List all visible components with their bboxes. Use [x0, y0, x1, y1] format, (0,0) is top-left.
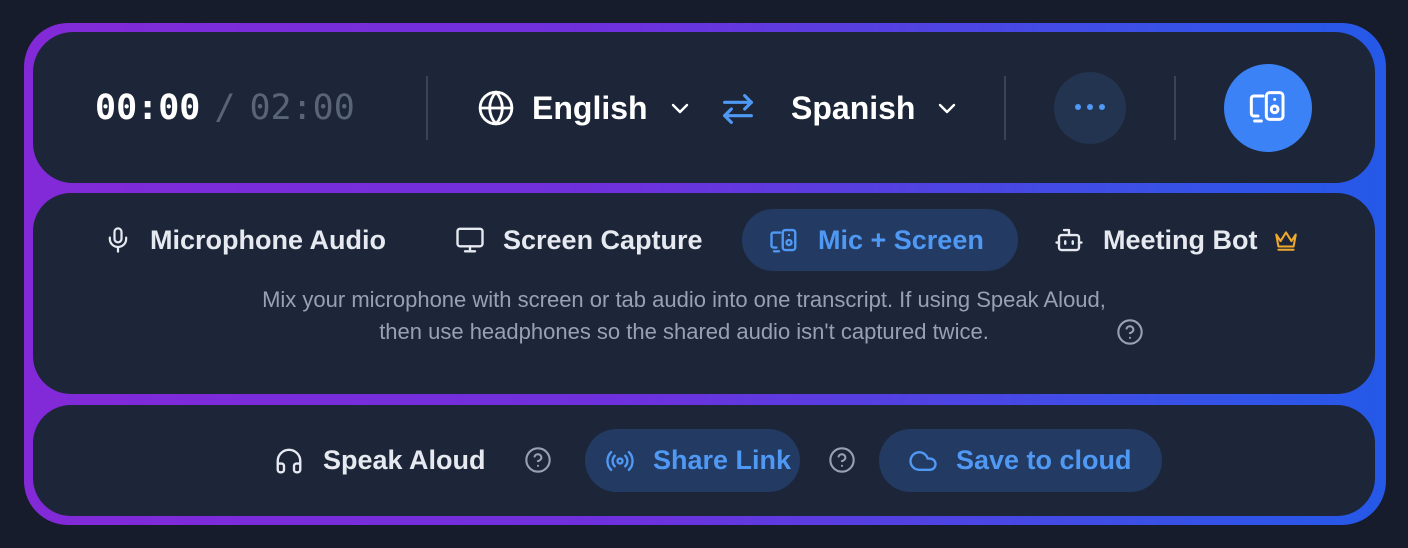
save-to-cloud-button[interactable]: Save to cloud [879, 429, 1162, 492]
chevron-down-icon [935, 96, 959, 120]
description-help-button[interactable] [1116, 318, 1144, 351]
more-horizontal-icon [1073, 99, 1107, 117]
timer: 00:00 / 02:00 [95, 85, 355, 131]
mode-tab-label: Meeting Bot [1103, 224, 1258, 255]
headphones-icon [274, 446, 304, 476]
robot-icon [1054, 225, 1084, 255]
source-language-label: English [532, 89, 648, 126]
mic-screen-icon [768, 225, 800, 255]
divider [1174, 76, 1176, 140]
mode-description: Mix your microphone with screen or tab a… [262, 287, 1106, 344]
save-to-cloud-label: Save to cloud [956, 445, 1132, 475]
source-language-select[interactable]: English [477, 86, 692, 130]
divider [426, 76, 428, 140]
target-language-label: Spanish [791, 89, 916, 126]
swap-languages-button[interactable] [718, 89, 758, 134]
start-recording-button[interactable] [1224, 64, 1312, 152]
speak-aloud-help-button[interactable] [524, 446, 552, 479]
globe-icon [477, 89, 515, 127]
share-link-label: Share Link [653, 445, 792, 475]
swap-arrows-icon [718, 94, 758, 133]
target-language-select[interactable]: Spanish [791, 86, 959, 130]
help-circle-icon [1116, 318, 1144, 351]
mode-tab-screen-capture[interactable]: Screen Capture [454, 209, 703, 271]
speak-aloud-label: Speak Aloud [323, 445, 486, 475]
share-link-button[interactable]: Share Link [585, 429, 800, 492]
mode-tab-label: Mic + Screen [818, 224, 984, 255]
broadcast-icon [605, 446, 635, 476]
help-circle-icon [524, 446, 552, 479]
timer-separator: / [214, 88, 236, 128]
monitor-icon [454, 225, 486, 255]
cloud-icon [907, 446, 939, 476]
mode-tab-microphone[interactable]: Microphone Audio [104, 209, 386, 271]
mode-tab-mic-screen[interactable]: Mic + Screen [742, 209, 1018, 271]
help-circle-icon [828, 446, 856, 479]
crown-icon [1272, 227, 1300, 253]
mode-tab-label: Screen Capture [503, 224, 703, 255]
mode-tab-meeting-bot[interactable]: Meeting Bot [1054, 209, 1300, 271]
timer-total: 02:00 [249, 88, 355, 128]
microphone-icon [104, 225, 132, 255]
speak-aloud-button[interactable]: Speak Aloud [274, 429, 486, 492]
divider [1004, 76, 1006, 140]
mode-tab-label: Microphone Audio [150, 224, 386, 255]
more-options-button[interactable] [1054, 72, 1126, 144]
share-link-help-button[interactable] [828, 446, 856, 479]
mic-screen-icon [1248, 86, 1288, 131]
timer-current: 00:00 [95, 88, 201, 128]
chevron-down-icon [668, 96, 692, 120]
